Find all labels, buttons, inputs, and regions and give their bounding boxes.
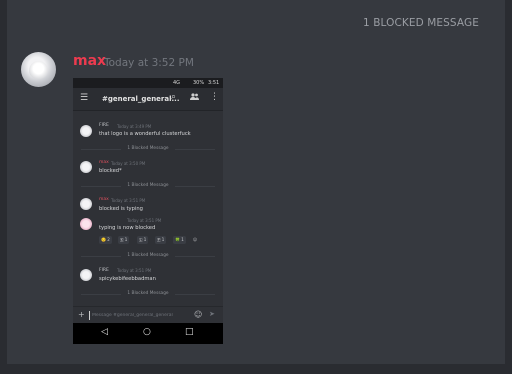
plus-icon: +: [78, 310, 85, 319]
message-text: blocked*: [99, 168, 122, 174]
avatar: [80, 269, 92, 281]
back-icon: ◁: [101, 327, 108, 337]
blocked-message-divider: 1 Blocked Message: [73, 183, 223, 188]
recents-icon: □: [185, 327, 194, 337]
members-icon: [190, 93, 199, 102]
message-author[interactable]: max: [73, 53, 106, 69]
more-options-icon: ⋮: [210, 92, 219, 102]
home-icon: ○: [143, 327, 151, 337]
send-icon: ➤: [209, 310, 215, 318]
reaction: 🍀 1: [173, 236, 186, 244]
avatar: [80, 125, 92, 137]
avatar[interactable]: [21, 52, 56, 87]
phone-status-bar: 4G 30% 3:51: [73, 78, 223, 88]
blocked-message-divider: 1 Blocked Message: [73, 253, 223, 258]
message-text: blocked is typing: [99, 206, 143, 212]
reaction: 🙂 2: [99, 236, 112, 244]
message-composer: + ☺ ➤: [73, 306, 223, 324]
channel-title: #general_general...: [102, 95, 180, 103]
message-author: FIRE: [99, 123, 109, 128]
reaction: 🇰 1: [118, 236, 130, 244]
message-timestamp: Today at 3:49 PM: [117, 124, 152, 129]
message-timestamp: Today at 3:50 PM: [111, 161, 146, 166]
emoji-icon: ☺: [194, 310, 203, 319]
reaction: 🇫 1: [155, 236, 167, 244]
message-timestamp: Today at 3:51 PM: [117, 268, 152, 273]
search-icon: ⌕: [171, 92, 177, 102]
battery-indicator: 30%: [193, 80, 205, 86]
message-text: that logo is a wonderful clusterfuck: [99, 131, 191, 137]
message-input: [89, 311, 194, 320]
avatar: [80, 218, 92, 230]
blocked-message-divider: 1 Blocked Message: [73, 291, 223, 296]
blocked-message-divider: 1 Blocked Message: [73, 146, 223, 151]
hamburger-menu-icon: ☰: [80, 93, 89, 103]
message-author: max: [99, 160, 109, 165]
clock: 3:51: [208, 80, 220, 86]
avatar: [80, 161, 92, 173]
channel-header: ☰ #general_general... ⌕ ⋮: [73, 88, 223, 111]
avatar: [80, 198, 92, 210]
blocked-messages-banner[interactable]: 1 BLOCKED MESSAGE: [363, 17, 479, 29]
message-author: max: [99, 197, 109, 202]
message-text: typing is now blocked: [99, 225, 156, 231]
message-text: spicykebifeebbadman: [99, 276, 156, 282]
android-nav-bar: ◁ ○ □: [73, 323, 223, 344]
message-timestamp: Today at 3:51 PM: [111, 198, 146, 203]
network-indicator: 4G: [173, 80, 181, 86]
message-timestamp: Today at 3:51 PM: [127, 218, 162, 223]
attached-screenshot[interactable]: 4G 30% 3:51 ☰ #general_general... ⌕ ⋮ FI…: [73, 78, 223, 344]
message-author: FIRE: [99, 268, 109, 273]
reaction: 🇱 1: [137, 236, 149, 244]
message-timestamp: Today at 3:52 PM: [104, 57, 194, 69]
add-reaction-icon: ☺: [193, 237, 198, 242]
